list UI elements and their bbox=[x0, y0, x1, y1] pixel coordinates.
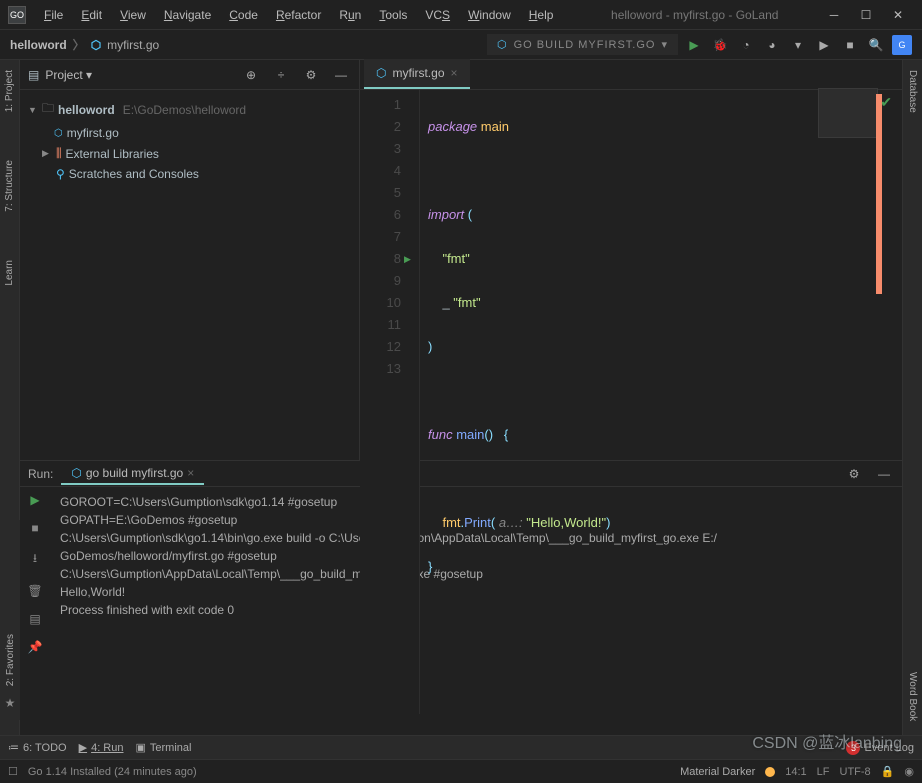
caret-position[interactable]: 14:1 bbox=[785, 766, 806, 778]
theme-indicator[interactable]: Material Darker bbox=[680, 766, 755, 778]
close-button[interactable]: ✕ bbox=[892, 9, 904, 21]
run-tab[interactable]: ⬡ go build myfirst.go × bbox=[61, 463, 204, 485]
rerun-button[interactable]: ▶ bbox=[814, 35, 834, 55]
go-file-icon: ⬡ bbox=[376, 66, 386, 80]
star-icon: ★ bbox=[5, 696, 16, 710]
maximize-button[interactable]: ☐ bbox=[860, 9, 872, 21]
tree-root[interactable]: ▼ 🗀 helloword E:\GoDemos\helloword bbox=[24, 96, 355, 123]
code-editor[interactable]: 1 2 3 4 5 6 7 8 9 10 11 12 13 ▶ bbox=[360, 90, 902, 714]
coverage-button[interactable]: ◔ bbox=[736, 35, 756, 55]
menu-help[interactable]: Help bbox=[521, 4, 562, 26]
search-icon[interactable]: 🔍 bbox=[866, 35, 886, 55]
inspector-icon[interactable]: ◉ bbox=[904, 765, 914, 778]
tab-learn[interactable]: Learn bbox=[4, 256, 15, 290]
run-label: Run: bbox=[28, 467, 53, 481]
line-separator[interactable]: LF bbox=[817, 766, 830, 778]
tab-structure[interactable]: 7: Structure bbox=[4, 156, 15, 216]
profile-button[interactable]: ◕ bbox=[762, 35, 782, 55]
menu-tools[interactable]: Tools bbox=[371, 4, 415, 26]
stop-button[interactable]: ■ bbox=[840, 35, 860, 55]
trash-icon[interactable]: 🗑 bbox=[27, 584, 42, 598]
tab-todo[interactable]: ≔ 6: TODO bbox=[8, 741, 67, 754]
project-tree: ▼ 🗀 helloword E:\GoDemos\helloword ⬡ myf… bbox=[20, 90, 359, 190]
menu-refactor[interactable]: Refactor bbox=[268, 4, 329, 26]
run-toolbar: ▶ ■ ⭳ 🗑 ▤ 📌 bbox=[20, 487, 50, 735]
main-menu: File Edit View Navigate Code Refactor Ru… bbox=[36, 4, 561, 26]
run-line-icon[interactable]: ▶ bbox=[404, 248, 411, 270]
editor-area: ⬡ myfirst.go × 1 2 3 4 5 6 7 8 bbox=[360, 60, 902, 460]
rerun-icon[interactable]: ▶ bbox=[30, 493, 39, 507]
collapse-icon[interactable]: ÷ bbox=[271, 65, 291, 85]
theme-dot-icon bbox=[765, 767, 775, 777]
project-view-icon: ▤ bbox=[28, 68, 39, 82]
stop-icon[interactable]: ■ bbox=[31, 521, 38, 535]
right-tool-strip: Database Word Book bbox=[902, 60, 922, 735]
tab-project[interactable]: 1: Project bbox=[4, 66, 15, 116]
window-title: helloword - myfirst.go - GoLand bbox=[561, 8, 828, 22]
inspection-ok-icon[interactable]: ✔ bbox=[880, 94, 892, 111]
change-marker bbox=[876, 94, 882, 294]
go-file-icon: ⬡ bbox=[91, 38, 101, 52]
expand-arrow-icon[interactable]: ▶ bbox=[42, 148, 52, 159]
download-icon[interactable]: ⭳ bbox=[33, 549, 37, 570]
breadcrumb-project[interactable]: helloword bbox=[10, 38, 67, 52]
menu-run[interactable]: Run bbox=[331, 4, 369, 26]
status-bar: ☐ Go 1.14 Installed (24 minutes ago) Mat… bbox=[0, 759, 922, 783]
hide-icon[interactable]: — bbox=[331, 65, 351, 85]
menu-navigate[interactable]: Navigate bbox=[156, 4, 219, 26]
chevron-down-icon: ▾ bbox=[661, 38, 668, 51]
close-icon[interactable]: × bbox=[187, 466, 194, 480]
debug-button[interactable]: 🐞 bbox=[710, 35, 730, 55]
library-icon: ⫼ bbox=[56, 146, 62, 161]
project-panel-title[interactable]: Project ▾ bbox=[45, 68, 235, 82]
lock-icon[interactable]: 🔒 bbox=[881, 765, 895, 778]
menu-vcs[interactable]: VCS bbox=[417, 4, 458, 26]
breadcrumb: helloword 〉 ⬡ myfirst.go bbox=[10, 36, 159, 53]
breadcrumb-file[interactable]: myfirst.go bbox=[107, 38, 159, 52]
titlebar: GO File Edit View Navigate Code Refactor… bbox=[0, 0, 922, 30]
minimize-button[interactable]: ─ bbox=[828, 9, 840, 21]
expand-arrow-icon[interactable]: ▼ bbox=[28, 105, 38, 115]
project-panel: ▤ Project ▾ ⊕ ÷ ⚙ — ▼ 🗀 helloword E:\GoD… bbox=[20, 60, 360, 460]
tab-run[interactable]: ▶ 4: Run bbox=[79, 741, 124, 754]
run-button[interactable]: ▶ bbox=[684, 35, 704, 55]
scratches-icon: ⚲ bbox=[56, 167, 65, 181]
settings-icon[interactable]: ⚙ bbox=[301, 65, 321, 85]
breadcrumb-sep: 〉 bbox=[73, 36, 85, 53]
app-logo: GO bbox=[8, 6, 26, 24]
tab-terminal[interactable]: ▣ Terminal bbox=[136, 741, 192, 754]
gopher-icon: ⬡ bbox=[71, 466, 81, 480]
pin-icon[interactable]: 📌 bbox=[28, 640, 43, 654]
tree-file-myfirst[interactable]: ⬡ myfirst.go bbox=[24, 123, 355, 143]
menu-window[interactable]: Window bbox=[460, 4, 519, 26]
tree-external-libs[interactable]: ▶ ⫼ External Libraries bbox=[24, 143, 355, 164]
tab-database[interactable]: Database bbox=[907, 66, 918, 117]
menu-code[interactable]: Code bbox=[221, 4, 266, 26]
go-file-icon: ⬡ bbox=[54, 128, 63, 139]
run-config-selector[interactable]: ⬡ GO BUILD MYFIRST.GO ▾ bbox=[487, 34, 678, 55]
tree-scratches[interactable]: ⚲ Scratches and Consoles bbox=[24, 164, 355, 184]
menu-view[interactable]: View bbox=[112, 4, 154, 26]
attach-button[interactable]: ▾ bbox=[788, 35, 808, 55]
print-icon[interactable]: ▤ bbox=[29, 612, 40, 626]
tab-favorites[interactable]: 2: Favorites bbox=[5, 630, 16, 690]
folder-icon: 🗀 bbox=[42, 99, 54, 120]
menu-file[interactable]: File bbox=[36, 4, 71, 26]
translate-icon[interactable]: G bbox=[892, 35, 912, 55]
editor-tab-myfirst[interactable]: ⬡ myfirst.go × bbox=[364, 59, 470, 89]
file-encoding[interactable]: UTF-8 bbox=[840, 766, 871, 778]
menu-edit[interactable]: Edit bbox=[73, 4, 110, 26]
gopher-icon: ⬡ bbox=[497, 38, 508, 51]
tab-wordbook[interactable]: Word Book bbox=[907, 668, 918, 725]
line-gutter: 1 2 3 4 5 6 7 8 9 10 11 12 13 ▶ bbox=[360, 90, 420, 714]
locate-icon[interactable]: ⊕ bbox=[241, 65, 261, 85]
watermark: CSDN @蓝冰lanbing bbox=[752, 729, 902, 753]
status-icon[interactable]: ☐ bbox=[8, 765, 18, 778]
status-message: Go 1.14 Installed (24 minutes ago) bbox=[28, 766, 197, 778]
close-tab-icon[interactable]: × bbox=[451, 66, 458, 80]
navigation-bar: helloword 〉 ⬡ myfirst.go ⬡ GO BUILD MYFI… bbox=[0, 30, 922, 60]
